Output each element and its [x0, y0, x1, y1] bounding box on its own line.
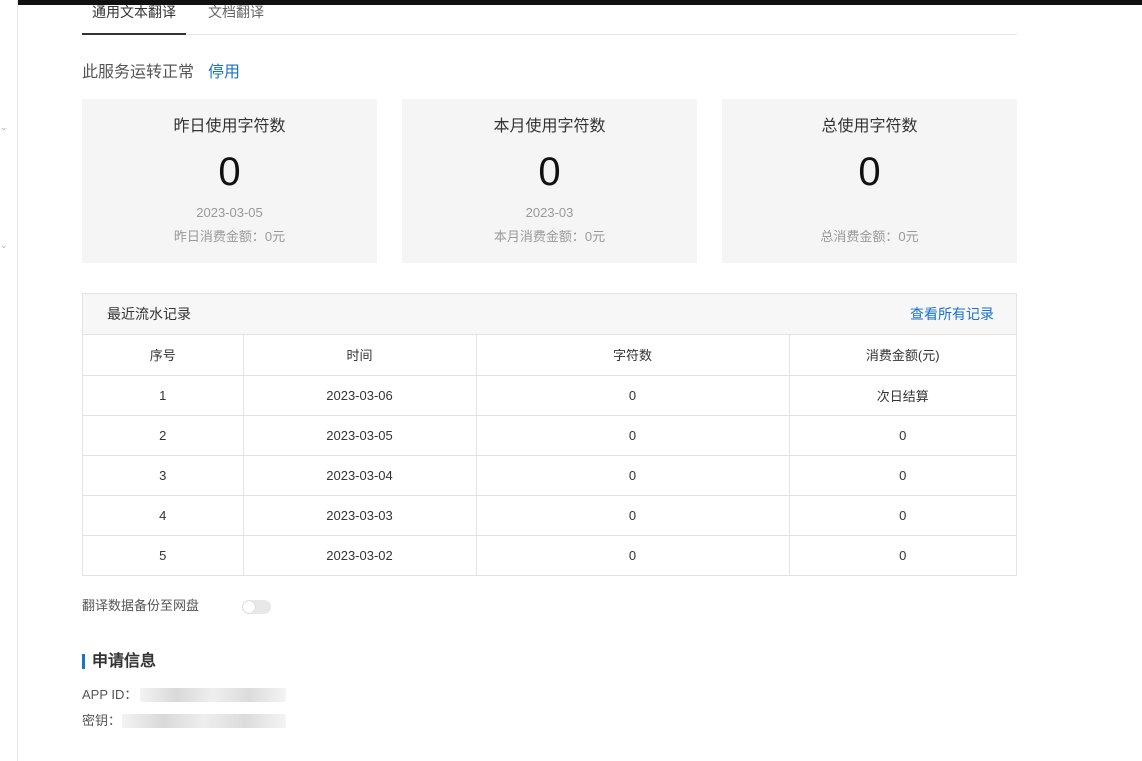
table-header-row: 序号 时间 字符数 消费金额(元) — [83, 335, 1016, 376]
card-title: 总使用字符数 — [821, 118, 918, 135]
table-cell: 0 — [476, 415, 790, 456]
secret-key-label: 密钥： — [82, 713, 122, 728]
table-row: 2 2023-03-05 0 0 — [83, 415, 1016, 456]
table-cell: 2023-03-06 — [243, 375, 477, 416]
table-row: 4 2023-03-03 0 0 — [83, 495, 1016, 536]
column-header-time: 时间 — [243, 335, 477, 376]
backup-toggle[interactable] — [242, 600, 271, 614]
table-cell: 0 — [476, 495, 790, 536]
table-row: 3 2023-03-04 0 0 — [83, 455, 1016, 496]
table-cell: 0 — [789, 415, 1016, 456]
section-title: 申请信息 — [92, 653, 157, 670]
chevron-down-icon[interactable]: ⌄ — [0, 123, 8, 132]
column-header-characters: 字符数 — [476, 335, 790, 376]
card-value: 0 — [538, 150, 561, 194]
table-cell: 0 — [476, 375, 790, 416]
card-fee: 昨日消费金额：0元 — [173, 229, 286, 244]
table-cell: 2 — [83, 415, 244, 456]
secret-key-row: 密钥： — [82, 712, 286, 730]
card-title: 昨日使用字符数 — [173, 118, 286, 135]
table-cell: 0 — [899, 547, 907, 563]
tab-document-translation[interactable]: 文档翻译 — [208, 0, 264, 35]
table-cell: 2023-03-03 — [243, 495, 477, 536]
table-cell: 1 — [83, 375, 244, 416]
table-row: 5 2023-03-02 0 0 — [83, 535, 1016, 575]
table-cell: 次日结算 — [789, 375, 1016, 416]
app-id-value-redacted — [140, 688, 286, 702]
left-sidebar-rail: ⌄ ⌄ — [0, 0, 18, 761]
table-cell: 4 — [83, 495, 244, 536]
disable-service-link[interactable]: 停用 — [208, 64, 240, 81]
table-cell: 2023-03-04 — [243, 455, 477, 496]
service-status: 此服务运转正常 停用 — [82, 62, 240, 84]
total-usage-card: 总使用字符数 0 总消费金额：0元 — [722, 99, 1017, 263]
table-cell: 0 — [476, 535, 790, 575]
tab-general-text-translation[interactable]: 通用文本翻译 — [82, 0, 186, 35]
table-row: 1 2023-03-06 0 次日结算 — [83, 375, 1016, 416]
yesterday-usage-card: 昨日使用字符数 0 2023-03-05 昨日消费金额：0元 — [82, 99, 377, 263]
section-accent-bar — [82, 654, 85, 669]
backup-label: 翻译数据备份至网盘 — [82, 598, 200, 613]
card-date: 2023-03-05 — [196, 205, 263, 220]
records-title: 最近流水记录 — [107, 306, 191, 322]
table-cell: 2023-03-02 — [243, 535, 477, 575]
table-cell: 2023-03-05 — [243, 415, 477, 456]
table-cell: 0 — [789, 495, 1016, 536]
table-cell: 0 — [476, 455, 790, 496]
column-header-amount: 消费金额(元) — [789, 335, 1016, 376]
month-usage-card: 本月使用字符数 0 2023-03 本月消费金额：0元 — [402, 99, 697, 263]
app-id-label: APP ID： — [82, 687, 138, 702]
card-fee: 本月消费金额：0元 — [493, 229, 606, 244]
application-info-section: 申请信息 — [82, 652, 156, 672]
card-value: 0 — [858, 150, 881, 194]
recent-records-panel: 最近流水记录 查看所有记录 序号 时间 字符数 消费金额(元) 1 2023-0… — [82, 293, 1017, 576]
translation-tabs: 通用文本翻译 文档翻译 — [82, 0, 1017, 35]
view-all-records-link[interactable]: 查看所有记录 — [910, 306, 994, 323]
table-cell: 3 — [83, 455, 244, 496]
card-fee: 总消费金额：0元 — [820, 229, 919, 244]
card-title: 本月使用字符数 — [493, 118, 606, 135]
chevron-down-icon[interactable]: ⌄ — [0, 241, 8, 250]
secret-key-value-redacted — [122, 714, 286, 728]
card-date: 2023-03 — [525, 205, 574, 220]
records-table: 序号 时间 字符数 消费金额(元) 1 2023-03-06 0 次日结算 2 … — [83, 335, 1016, 575]
service-status-text: 此服务运转正常 — [82, 64, 195, 81]
toggle-knob — [243, 601, 255, 613]
table-cell: 5 — [83, 535, 244, 575]
column-header-index: 序号 — [83, 335, 244, 376]
app-id-row: APP ID： — [82, 686, 286, 704]
card-value: 0 — [218, 150, 241, 194]
records-header: 最近流水记录 查看所有记录 — [83, 294, 1016, 335]
table-cell: 0 — [789, 455, 1016, 496]
